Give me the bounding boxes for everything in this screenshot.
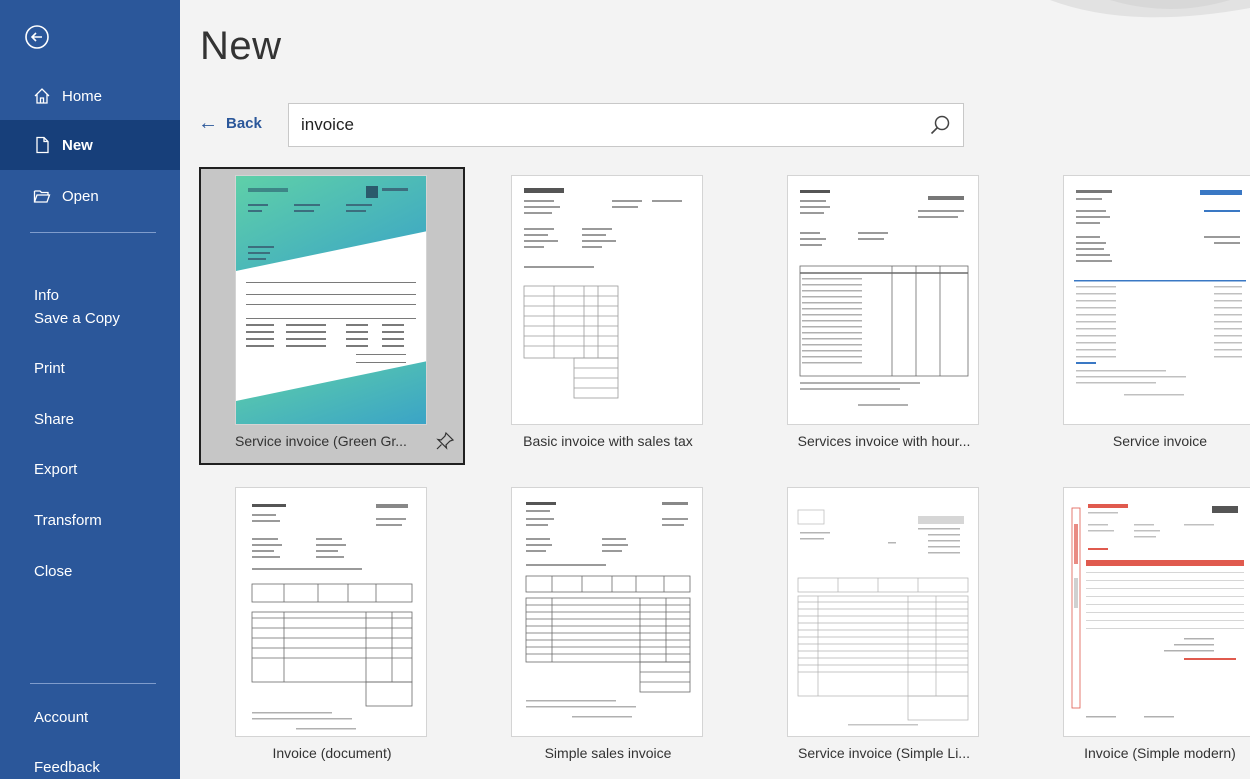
sidebar-item-print[interactable]: Print	[0, 343, 180, 393]
sidebar-item-label: Print	[34, 359, 65, 377]
template-name: Basic invoice with sales tax	[523, 433, 693, 449]
sidebar-item-label: Share	[34, 410, 75, 428]
template-search-box	[288, 103, 964, 147]
sidebar-item-label: New	[62, 136, 93, 154]
template-name: Service invoice (Green Gr...	[235, 433, 407, 449]
template-thumbnail	[235, 175, 427, 425]
sidebar-item-new[interactable]: New	[0, 120, 180, 170]
back-button[interactable]: ← Back	[198, 112, 262, 135]
home-icon	[32, 86, 52, 106]
sidebar-item-label: Open	[62, 187, 99, 205]
template-thumbnail	[511, 175, 703, 425]
template-card[interactable]: Service invoice (Green Gr...	[199, 167, 465, 465]
template-name: Invoice (document)	[272, 745, 392, 761]
sidebar-item-export[interactable]: Export	[0, 444, 180, 494]
template-card[interactable]: Services invoice with hour...	[751, 167, 1017, 465]
sidebar-item-home[interactable]: Home	[0, 71, 180, 121]
template-name: Service invoice (Simple Li...	[798, 745, 970, 761]
sidebar-item-open[interactable]: Open	[0, 171, 180, 221]
template-card[interactable]: Invoice (Simple modern)	[1027, 479, 1250, 777]
sidebar-item-account[interactable]: Account	[0, 692, 180, 742]
new-document-pane: New ← Back invoice Service invoice (Gree…	[180, 0, 1250, 779]
back-label: Back	[226, 115, 262, 132]
template-thumbnail	[787, 175, 979, 425]
new-document-icon	[32, 135, 52, 155]
template-card[interactable]: Basic invoice with sales tax	[475, 167, 741, 465]
folder-open-icon	[32, 186, 52, 206]
sidebar-item-label: Transform	[34, 511, 102, 529]
background-decoration	[1050, 0, 1250, 18]
sidebar-item-label: Save a Copy	[34, 309, 120, 327]
template-card[interactable]: Service invoice (Simple Li...	[751, 479, 1017, 777]
sidebar-item-label: Home	[62, 87, 103, 105]
template-name: Services invoice with hour...	[797, 433, 971, 449]
sidebar-item-save-a-copy[interactable]: Save a Copy	[0, 293, 180, 343]
sidebar-item-label: Feedback	[34, 758, 100, 776]
sidebar-item-label: Account	[34, 708, 89, 726]
template-thumbnail	[1063, 487, 1250, 737]
sidebar-item-transform[interactable]: Transform	[0, 495, 180, 545]
sidebar-item-close[interactable]: Close	[0, 546, 180, 596]
search-input[interactable]	[289, 104, 889, 146]
backstage-sidebar: Home New Open Info Save a Copy Print Sha…	[0, 0, 180, 779]
sidebar-item-label: Export	[34, 460, 78, 478]
template-thumbnail	[235, 487, 427, 737]
template-thumbnail	[787, 487, 979, 737]
template-name: Invoice (Simple modern)	[1084, 745, 1236, 761]
template-thumbnail	[511, 487, 703, 737]
sidebar-divider	[30, 232, 156, 233]
template-card[interactable]: Simple sales invoice	[475, 479, 741, 777]
pin-icon[interactable]	[435, 431, 455, 451]
left-arrow-icon: ←	[198, 112, 218, 134]
sidebar-item-share[interactable]: Share	[0, 394, 180, 444]
template-name: Service invoice	[1112, 433, 1208, 449]
template-card[interactable]: Invoice (document)	[199, 479, 465, 777]
sidebar-divider	[30, 683, 156, 684]
page-title: New	[200, 24, 282, 68]
back-arrow-icon[interactable]	[24, 24, 50, 50]
template-name: Simple sales invoice	[544, 745, 672, 761]
template-thumbnail	[1063, 175, 1250, 425]
sidebar-item-feedback[interactable]: Feedback	[0, 742, 180, 779]
search-icon[interactable]	[929, 114, 951, 136]
sidebar-item-label: Close	[34, 562, 73, 580]
template-card[interactable]: Service invoice	[1027, 167, 1250, 465]
